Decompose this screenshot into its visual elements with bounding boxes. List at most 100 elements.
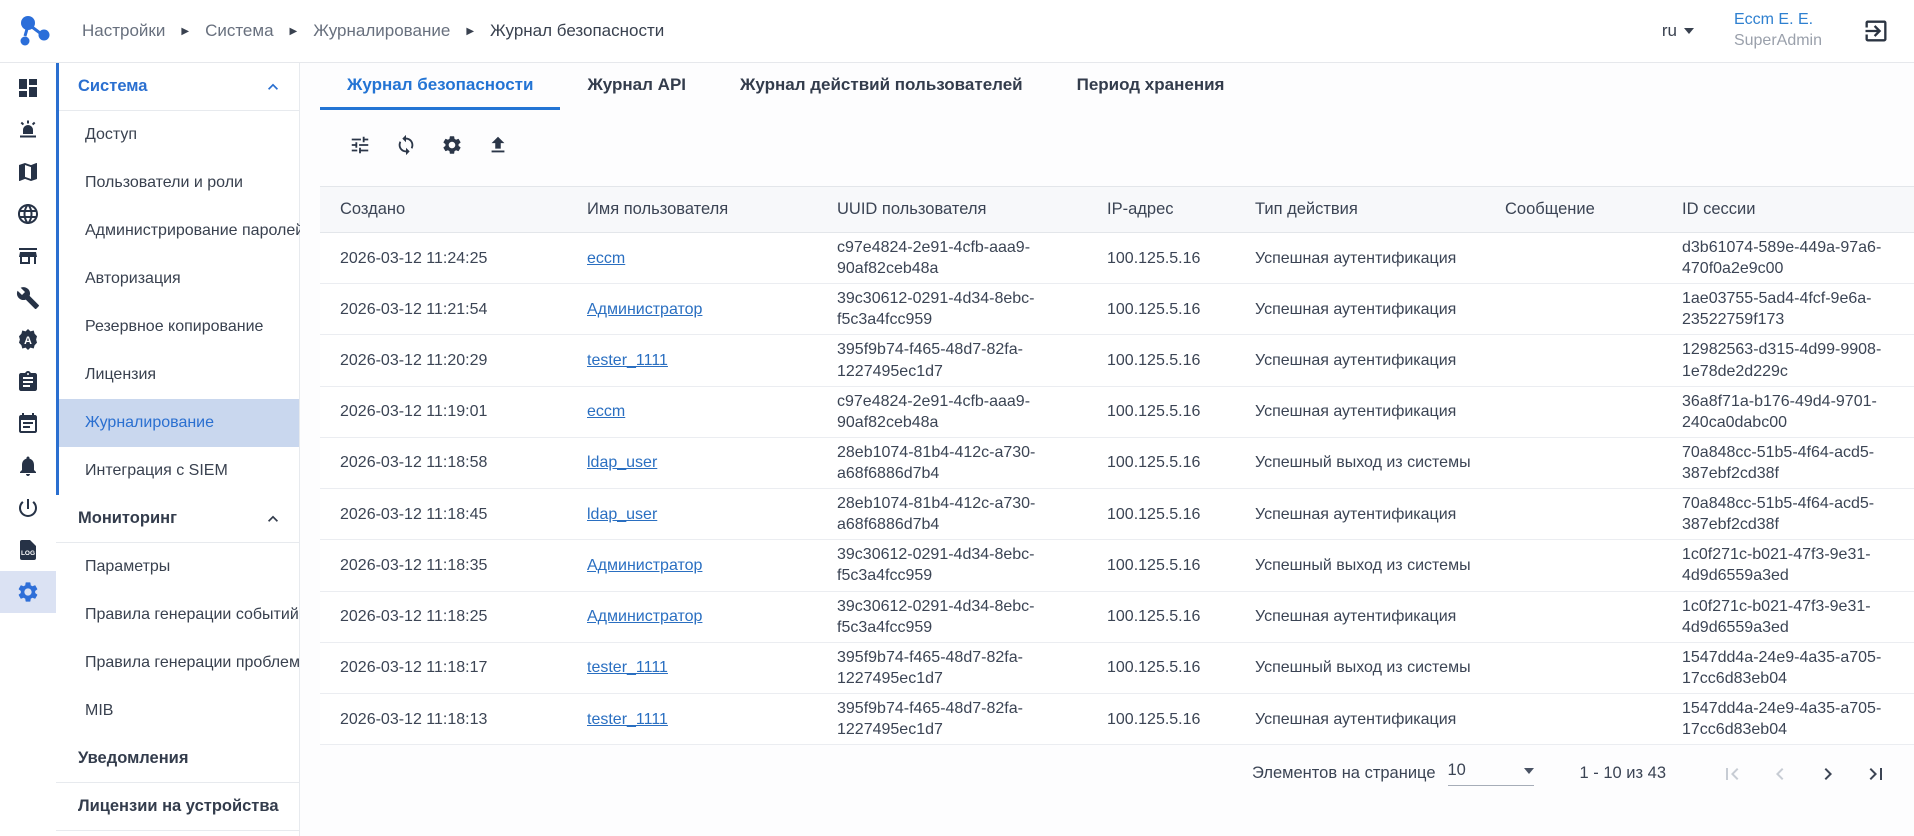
cell-user_uuid: 39c30612-0291-4d34-8ebc-f5c3a4fcc959 [817, 284, 1087, 335]
user-link[interactable]: Администратор [587, 608, 702, 625]
cell-created: 2026-03-12 11:18:45 [320, 489, 567, 540]
user-link[interactable]: tester_1111 [587, 711, 668, 728]
cell-created: 2026-03-12 11:18:17 [320, 642, 567, 693]
sidebar-item[interactable]: Резервное копирование [59, 303, 299, 351]
breadcrumb-item[interactable]: Журналирование [313, 21, 450, 41]
tab[interactable]: Период хранения [1050, 63, 1252, 110]
cell-user_uuid: 39c30612-0291-4d34-8ebc-f5c3a4fcc959 [817, 540, 1087, 591]
cell-session_id: 1547dd4a-24e9-4a35-a705-17cc6d83eb04 [1662, 642, 1914, 693]
refresh-button[interactable] [394, 133, 418, 157]
alarm-light-icon[interactable] [0, 109, 56, 151]
sidebar-item[interactable]: Администрирование паролей [59, 207, 299, 255]
cell-ip: 100.125.5.16 [1087, 386, 1235, 437]
main-content: Журнал безопасностиЖурнал APIЖурнал дейс… [300, 63, 1914, 836]
sidebar-item[interactable]: Лицензия [59, 351, 299, 399]
user-name[interactable]: Eccm E. E. [1734, 10, 1822, 31]
table-settings-button[interactable] [440, 133, 464, 157]
cell-ip: 100.125.5.16 [1087, 284, 1235, 335]
breadcrumb-item[interactable]: Настройки [82, 21, 165, 41]
user-menu[interactable]: Eccm E. E. SuperAdmin [1734, 10, 1822, 52]
column-header-message: Сообщение [1485, 187, 1662, 233]
cell-action: Успешный выход из системы [1235, 642, 1485, 693]
app-logo [14, 11, 54, 51]
power-icon[interactable] [0, 487, 56, 529]
automation-badge-icon[interactable] [0, 319, 56, 361]
table-row: 2026-03-12 11:18:45ldap_user28eb1074-81b… [320, 489, 1914, 540]
sidebar-section-header[interactable]: Лицензии на устройства [56, 783, 299, 831]
cell-message [1485, 233, 1662, 284]
cell-user: eccm [567, 386, 817, 437]
cell-action: Успешная аутентификация [1235, 386, 1485, 437]
settings-gear-icon[interactable] [0, 571, 56, 613]
user-link[interactable]: eccm [587, 403, 625, 420]
table-row: 2026-03-12 11:18:17tester_1111395f9b74-f… [320, 642, 1914, 693]
user-link[interactable]: Администратор [587, 301, 702, 318]
calendar-icon[interactable] [0, 403, 56, 445]
icon-rail [0, 63, 56, 836]
sidebar-item[interactable]: Журналирование [59, 399, 299, 447]
user-link[interactable]: eccm [587, 250, 625, 267]
user-link[interactable]: tester_1111 [587, 659, 668, 676]
cell-created: 2026-03-12 11:18:58 [320, 437, 567, 488]
cell-action: Успешная аутентификация [1235, 233, 1485, 284]
user-link[interactable]: Администратор [587, 557, 702, 574]
breadcrumb-item[interactable]: Система [205, 21, 273, 41]
globe-icon[interactable] [0, 193, 56, 235]
sidebar-section-header[interactable]: Система [59, 63, 299, 111]
language-selector[interactable]: ru [1662, 21, 1694, 41]
sidebar-section-header[interactable]: Мониторинг [56, 495, 299, 543]
cell-session_id: 70a848cc-51b5-4f64-acd5-387ebf2cd38f [1662, 489, 1914, 540]
items-per-page-select[interactable]: 10 [1448, 761, 1534, 786]
user-link[interactable]: ldap_user [587, 506, 657, 523]
sidebar-item[interactable]: Правила генерации проблем [56, 639, 299, 687]
sidebar-item[interactable]: MIB [56, 687, 299, 735]
sidebar-item[interactable]: Параметры [56, 543, 299, 591]
user-link[interactable]: ldap_user [587, 454, 657, 471]
storefront-icon[interactable] [0, 235, 56, 277]
cell-session_id: 36a8f71a-b176-49d4-9701-240ca0dabc00 [1662, 386, 1914, 437]
table-row: 2026-03-12 11:21:54Администратор39c30612… [320, 284, 1914, 335]
sidebar-section-header[interactable]: Уведомления [56, 735, 299, 783]
sidebar-section-label: Система [78, 77, 147, 96]
sidebar-item[interactable]: Доступ [59, 111, 299, 159]
user-role: SuperAdmin [1734, 31, 1822, 52]
export-button[interactable] [486, 133, 510, 157]
table-row: 2026-03-12 11:18:25Администратор39c30612… [320, 591, 1914, 642]
table-header-row: СозданоИмя пользователяUUID пользователя… [320, 187, 1914, 233]
breadcrumb-item[interactable]: Журнал безопасности [490, 21, 664, 41]
wrench-icon[interactable] [0, 277, 56, 319]
column-header-ip: IP-адрес [1087, 187, 1235, 233]
clipboard-icon[interactable] [0, 361, 56, 403]
sidebar-item[interactable]: Пользователи и роли [59, 159, 299, 207]
cell-user: tester_1111 [567, 693, 817, 744]
logout-icon [1862, 17, 1890, 45]
cell-user_uuid: c97e4824-2e91-4cfb-aaa9-90af82ceb48a [817, 233, 1087, 284]
sidebar-section: Лицензии на устройства [56, 783, 299, 831]
sidebar-item[interactable]: Интеграция с SIEM [59, 447, 299, 495]
table-row: 2026-03-12 11:18:35Администратор39c30612… [320, 540, 1914, 591]
cell-session_id: 1ae03755-5ad4-4fcf-9e6a-23522759f173 [1662, 284, 1914, 335]
cell-ip: 100.125.5.16 [1087, 591, 1235, 642]
map-icon[interactable] [0, 151, 56, 193]
next-page-button[interactable] [1816, 762, 1840, 786]
logout-button[interactable] [1862, 17, 1890, 45]
log-file-icon[interactable] [0, 529, 56, 571]
cell-ip: 100.125.5.16 [1087, 437, 1235, 488]
breadcrumb-separator-icon: ▶ [466, 26, 474, 37]
cell-session_id: d3b61074-589e-449a-97a6-470f0a2e9c00 [1662, 233, 1914, 284]
tab[interactable]: Журнал действий пользователей [713, 63, 1050, 110]
sidebar-item[interactable]: Правила генерации событий [56, 591, 299, 639]
cell-ip: 100.125.5.16 [1087, 540, 1235, 591]
user-link[interactable]: tester_1111 [587, 352, 668, 369]
last-page-button[interactable] [1864, 762, 1888, 786]
tab[interactable]: Журнал API [560, 63, 713, 110]
cell-user: eccm [567, 233, 817, 284]
prev-page-button [1768, 762, 1792, 786]
notifications-bell-icon[interactable] [0, 445, 56, 487]
dashboard-icon[interactable] [0, 67, 56, 109]
sidebar-item[interactable]: Авторизация [59, 255, 299, 303]
tab-bar: Журнал безопасностиЖурнал APIЖурнал дейс… [320, 63, 1914, 110]
filter-button[interactable] [348, 133, 372, 157]
table-body: 2026-03-12 11:24:25eccmc97e4824-2e91-4cf… [320, 233, 1914, 745]
tab[interactable]: Журнал безопасности [320, 63, 560, 110]
